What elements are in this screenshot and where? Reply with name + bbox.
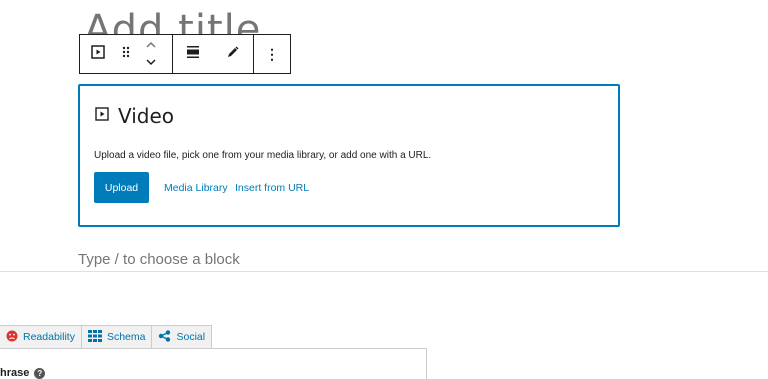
tab-readability-label: Readability <box>23 331 75 343</box>
align-button[interactable] <box>173 35 213 73</box>
more-options-button[interactable]: ⋮ <box>254 35 290 73</box>
video-block-placeholder[interactable]: Video Upload a video file, pick one from… <box>78 84 620 227</box>
tab-schema[interactable]: Schema <box>80 325 153 348</box>
grid-icon <box>87 329 107 345</box>
upload-button[interactable]: Upload <box>94 172 149 203</box>
share-icon <box>158 329 176 345</box>
tab-social[interactable]: Social <box>151 325 213 348</box>
seo-panel-content: hrase ? <box>0 348 427 379</box>
editor-divider <box>0 271 768 272</box>
drag-handle-button[interactable] <box>116 35 136 73</box>
move-up-icon[interactable] <box>145 36 157 54</box>
video-block-button[interactable] <box>80 35 116 73</box>
block-appender-prompt[interactable]: Type / to choose a block <box>78 251 240 268</box>
edit-icon <box>226 45 240 64</box>
mover-controls <box>136 35 166 73</box>
video-block-icon <box>91 44 105 64</box>
tab-social-label: Social <box>176 331 206 343</box>
move-down-icon[interactable] <box>145 54 157 72</box>
tab-readability[interactable]: Readability <box>0 325 82 348</box>
seo-tabs: Readability Schema Social <box>0 325 213 348</box>
block-tools-group <box>173 35 254 73</box>
drag-handle-icon <box>121 45 131 63</box>
video-block-label: Video <box>118 104 175 128</box>
options-group: ⋮ <box>254 35 290 73</box>
help-icon[interactable]: ? <box>34 367 46 379</box>
block-toolbar: ⋮ <box>79 34 291 74</box>
video-block-header: Video <box>95 104 174 128</box>
video-block-instructions: Upload a video file, pick one from your … <box>94 150 432 161</box>
edit-button[interactable] <box>213 35 253 73</box>
keyphrase-heading: hrase ? <box>0 367 46 379</box>
block-switcher-group <box>80 35 173 73</box>
more-options-icon: ⋮ <box>265 45 279 62</box>
tab-schema-label: Schema <box>106 331 146 343</box>
media-library-button[interactable]: Media Library <box>164 172 228 203</box>
video-icon <box>95 106 109 126</box>
align-icon <box>186 45 200 64</box>
keyphrase-label: hrase <box>0 367 30 379</box>
sad-face-icon <box>6 330 23 345</box>
insert-from-url-button[interactable]: Insert from URL <box>235 172 309 203</box>
